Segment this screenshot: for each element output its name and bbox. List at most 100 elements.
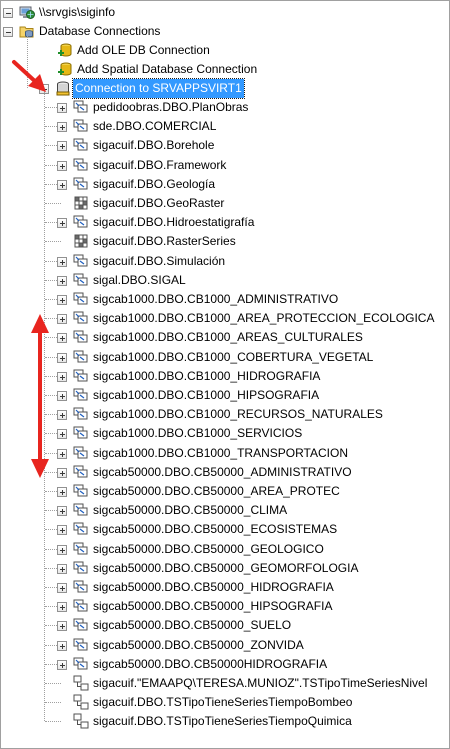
- expand-toggle[interactable]: [57, 525, 67, 535]
- tree-item-label[interactable]: sigacuif.DBO.Framework: [91, 156, 228, 175]
- expand-toggle[interactable]: [57, 257, 67, 267]
- tree-item-label[interactable]: sigacuif.DBO.GeoRaster: [91, 194, 226, 213]
- tree-item-label[interactable]: sigcab50000.DBO.CB50000_GEOMORFOLOGIA: [91, 559, 360, 578]
- expand-toggle[interactable]: [57, 641, 67, 651]
- expand-toggle[interactable]: [57, 103, 67, 113]
- tree-item-label[interactable]: sigacuif.DBO.Borehole: [91, 136, 216, 155]
- tree-item-row[interactable]: sigcab1000.DBO.CB1000_COBERTURA_VEGETAL: [1, 348, 449, 367]
- tree-item-row[interactable]: sigacuif.DBO.TSTipoTieneSeriesTiempoQuim…: [1, 712, 449, 731]
- tree-item-label[interactable]: sigcab1000.DBO.CB1000_SERVICIOS: [91, 424, 304, 443]
- expand-toggle[interactable]: [57, 295, 67, 305]
- tree-item-label[interactable]: sigcab1000.DBO.CB1000_ADMINISTRATIVO: [91, 290, 340, 309]
- expand-toggle[interactable]: [57, 545, 67, 555]
- tree-item-label[interactable]: sigcab50000.DBO.CB50000HIDROGRAFIA: [91, 655, 329, 674]
- expand-toggle[interactable]: [57, 391, 67, 401]
- tree-item-row[interactable]: sigcab1000.DBO.CB1000_TRANSPORTACION: [1, 444, 449, 463]
- tree-item-row[interactable]: sigcab50000.DBO.CB50000_GEOMORFOLOGIA: [1, 559, 449, 578]
- tree-item-label[interactable]: sigcab50000.DBO.CB50000_ECOSISTEMAS: [91, 520, 339, 539]
- expand-toggle[interactable]: [57, 353, 67, 363]
- expand-toggle[interactable]: [57, 506, 67, 516]
- tree-item-row[interactable]: pedidoobras.DBO.PlanObras: [1, 98, 449, 117]
- collapse-toggle[interactable]: [3, 27, 13, 37]
- tree-node-add-spatial-db[interactable]: Add Spatial Database Connection: [1, 60, 449, 79]
- tree-item-label[interactable]: sigacuif.DBO.TSTipoTieneSeriesTiempoQuim…: [91, 712, 354, 731]
- collapse-toggle[interactable]: [3, 8, 13, 18]
- catalog-tree[interactable]: \\srvgis\siginfo Database Connections Ad…: [1, 1, 449, 748]
- tree-item-label[interactable]: sigacuif.DBO.RasterSeries: [91, 232, 238, 251]
- tree-item-row[interactable]: sigacuif.DBO.RasterSeries: [1, 232, 449, 251]
- tree-item-label[interactable]: sigcab1000.DBO.CB1000_COBERTURA_VEGETAL: [91, 348, 375, 367]
- tree-item-row[interactable]: sigcab1000.DBO.CB1000_AREA_PROTECCION_EC…: [1, 309, 449, 328]
- tree-item-label[interactable]: sigal.DBO.SIGAL: [91, 271, 188, 290]
- tree-item-label[interactable]: sigcab1000.DBO.CB1000_HIDROGRAFIA: [91, 367, 322, 386]
- expand-toggle[interactable]: [57, 583, 67, 593]
- tree-item-row[interactable]: sigcab1000.DBO.CB1000_SERVICIOS: [1, 424, 449, 443]
- tree-item-row[interactable]: sigcab50000.DBO.CB50000_HIPSOGRAFIA: [1, 597, 449, 616]
- tree-item-row[interactable]: sigacuif.DBO.Simulación: [1, 252, 449, 271]
- tree-item-row[interactable]: sigacuif.DBO.Hidroestatigrafía: [1, 213, 449, 232]
- tree-item-label[interactable]: sigcab50000.DBO.CB50000_SUELO: [91, 616, 293, 635]
- tree-item-row[interactable]: sigcab50000.DBO.CB50000_CLIMA: [1, 501, 449, 520]
- tree-item-row[interactable]: sigacuif.DBO.Borehole: [1, 136, 449, 155]
- tree-item-label[interactable]: sigacuif."EMAAPQ\TERESA.MUNIOZ".TSTipoTi…: [91, 674, 429, 693]
- tree-node-database-connections[interactable]: Database Connections: [1, 22, 449, 41]
- tree-item-row[interactable]: sigcab1000.DBO.CB1000_AREAS_CULTURALES: [1, 328, 449, 347]
- tree-item-label[interactable]: sigcab50000.DBO.CB50000_AREA_PROTEC: [91, 482, 342, 501]
- expand-toggle[interactable]: [57, 602, 67, 612]
- tree-item-row[interactable]: sigacuif.DBO.Framework: [1, 156, 449, 175]
- expand-toggle[interactable]: [57, 487, 67, 497]
- connection-label[interactable]: Connection to SRVAPPSVIRT1: [72, 78, 245, 99]
- tree-item-label[interactable]: sigacuif.DBO.Hidroestatigrafía: [91, 213, 256, 232]
- database-connections-label[interactable]: Database Connections: [37, 22, 162, 41]
- expand-toggle[interactable]: [57, 429, 67, 439]
- tree-item-row[interactable]: sigcab1000.DBO.CB1000_HIDROGRAFIA: [1, 367, 449, 386]
- expand-toggle[interactable]: [57, 449, 67, 459]
- add-ole-db-label[interactable]: Add OLE DB Connection: [75, 41, 212, 60]
- tree-item-label[interactable]: sigcab1000.DBO.CB1000_AREAS_CULTURALES: [91, 328, 365, 347]
- expand-toggle[interactable]: [57, 141, 67, 151]
- tree-node-add-ole-db[interactable]: Add OLE DB Connection: [1, 41, 449, 60]
- expand-toggle[interactable]: [57, 180, 67, 190]
- tree-item-row[interactable]: sigcab50000.DBO.CB50000_ADMINISTRATIVO: [1, 463, 449, 482]
- tree-item-label[interactable]: sigcab50000.DBO.CB50000_ZONVIDA: [91, 636, 306, 655]
- tree-item-row[interactable]: sigal.DBO.SIGAL: [1, 271, 449, 290]
- expand-toggle[interactable]: [57, 372, 67, 382]
- expand-toggle[interactable]: [57, 218, 67, 228]
- tree-item-row[interactable]: sigcab1000.DBO.CB1000_RECURSOS_NATURALES: [1, 405, 449, 424]
- expand-toggle[interactable]: [57, 333, 67, 343]
- tree-item-label[interactable]: sigcab50000.DBO.CB50000_ADMINISTRATIVO: [91, 463, 354, 482]
- tree-item-row[interactable]: sigcab50000.DBO.CB50000_ECOSISTEMAS: [1, 520, 449, 539]
- tree-item-label[interactable]: sigcab1000.DBO.CB1000_HIPSOGRAFIA: [91, 386, 321, 405]
- tree-item-label[interactable]: sigcab50000.DBO.CB50000_GEOLOGICO: [91, 540, 326, 559]
- tree-item-row[interactable]: sigcab50000.DBO.CB50000_AREA_PROTEC: [1, 482, 449, 501]
- tree-item-label[interactable]: sigcab1000.DBO.CB1000_TRANSPORTACION: [91, 444, 350, 463]
- tree-item-label[interactable]: sigacuif.DBO.TSTipoTieneSeriesTiempoBomb…: [91, 693, 354, 712]
- tree-item-label[interactable]: sigacuif.DBO.Geología: [91, 175, 217, 194]
- tree-node-server[interactable]: \\srvgis\siginfo: [1, 3, 449, 22]
- tree-item-label[interactable]: sigcab50000.DBO.CB50000_HIPSOGRAFIA: [91, 597, 334, 616]
- tree-item-row[interactable]: sigcab1000.DBO.CB1000_HIPSOGRAFIA: [1, 386, 449, 405]
- expand-toggle[interactable]: [57, 314, 67, 324]
- tree-item-label[interactable]: sigcab50000.DBO.CB50000_CLIMA: [91, 501, 289, 520]
- expand-toggle[interactable]: [57, 410, 67, 420]
- tree-item-label[interactable]: sigcab1000.DBO.CB1000_RECURSOS_NATURALES: [91, 405, 385, 424]
- tree-item-row[interactable]: sde.DBO.COMERCIAL: [1, 117, 449, 136]
- expand-toggle[interactable]: [57, 468, 67, 478]
- tree-item-label[interactable]: sigacuif.DBO.Simulación: [91, 252, 227, 271]
- server-label[interactable]: \\srvgis\siginfo: [37, 3, 117, 22]
- tree-item-row[interactable]: sigcab50000.DBO.CB50000HIDROGRAFIA: [1, 655, 449, 674]
- tree-item-row[interactable]: sigacuif.DBO.GeoRaster: [1, 194, 449, 213]
- tree-item-row[interactable]: sigcab50000.DBO.CB50000_SUELO: [1, 616, 449, 635]
- tree-item-label[interactable]: sigcab1000.DBO.CB1000_AREA_PROTECCION_EC…: [91, 309, 436, 328]
- tree-item-row[interactable]: sigcab1000.DBO.CB1000_ADMINISTRATIVO: [1, 290, 449, 309]
- tree-item-row[interactable]: sigacuif.DBO.Geología: [1, 175, 449, 194]
- add-spatial-db-label[interactable]: Add Spatial Database Connection: [75, 60, 259, 79]
- tree-node-connection[interactable]: Connection to SRVAPPSVIRT1: [1, 78, 449, 99]
- expand-toggle[interactable]: [57, 564, 67, 574]
- expand-toggle[interactable]: [57, 660, 67, 670]
- tree-item-row[interactable]: sigacuif.DBO.TSTipoTieneSeriesTiempoBomb…: [1, 693, 449, 712]
- tree-item-label[interactable]: sde.DBO.COMERCIAL: [91, 117, 218, 136]
- tree-item-row[interactable]: sigcab50000.DBO.CB50000_ZONVIDA: [1, 636, 449, 655]
- expand-toggle[interactable]: [57, 276, 67, 286]
- tree-item-row[interactable]: sigacuif."EMAAPQ\TERESA.MUNIOZ".TSTipoTi…: [1, 674, 449, 693]
